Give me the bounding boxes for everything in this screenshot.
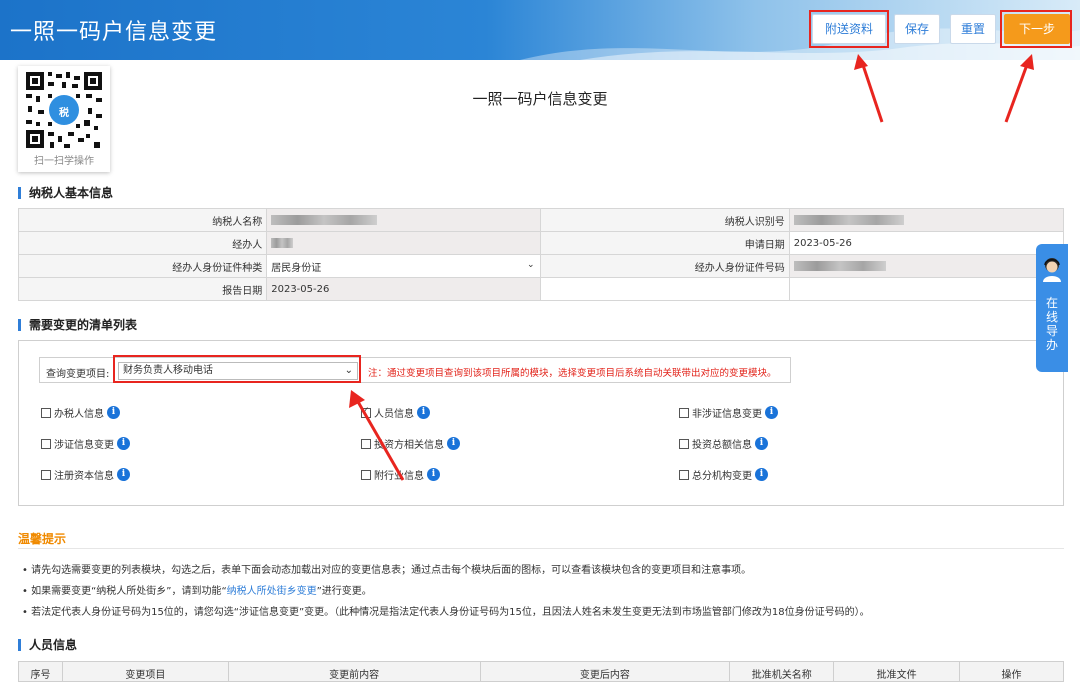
apply-date-label: 申请日期 — [540, 231, 790, 255]
tip-text: 如果需要变更“纳税人所处街乡”，请到功能“ — [31, 586, 227, 597]
header-wave-decoration — [520, 28, 1080, 60]
option-branch-change[interactable]: 总分机构变更 i — [679, 467, 768, 482]
operator-id-number-label: 经办人身份证件号码 — [540, 254, 790, 278]
basic-info-table: 纳税人名称 纳税人识别号 经办人 申请日期 2023-05-26 经办人身份证件… — [17, 208, 1065, 301]
info-icon[interactable]: i — [765, 406, 778, 419]
change-list-panel: 查询变更项目: 财务负责人移动电话 ⌄ 注：通过变更项目查询到该项目所属的模块，… — [18, 340, 1064, 506]
table-row: 经办人 申请日期 2023-05-26 — [17, 231, 1065, 255]
option-label: 注册资本信息 — [54, 471, 114, 482]
basic-info-section-title: 纳税人基本信息 — [18, 187, 113, 199]
highlight-box-next — [1000, 10, 1072, 48]
qr-card[interactable]: 税 扫一扫学操作 — [18, 66, 110, 172]
checkbox[interactable] — [41, 469, 51, 480]
info-icon[interactable]: i — [427, 468, 440, 481]
operator-id-type-select[interactable]: 居民身份证 ⌄ — [266, 254, 542, 278]
col-header: 批准文件 — [833, 661, 961, 682]
checkbox[interactable] — [41, 438, 51, 449]
tip-text: 请先勾选需要变更的列表模块，勾选之后，表单下面会动态加载出对应的变更信息表；通过… — [31, 565, 752, 576]
apply-date-value: 2023-05-26 — [788, 231, 1065, 255]
option-label: 非涉证信息变更 — [692, 409, 762, 420]
col-header: 批准机关名称 — [729, 661, 835, 682]
option-total-investment[interactable]: 投资总额信息 i — [679, 436, 768, 451]
annotation-arrow-next — [1004, 54, 1034, 123]
col-header: 变更项目 — [61, 661, 229, 682]
option-label: 总分机构变更 — [692, 471, 752, 482]
table-header-row: 序号 变更项目 变更前内容 变更后内容 批准机关名称 批准文件 操作 — [18, 661, 1064, 682]
info-icon[interactable]: i — [107, 406, 120, 419]
save-button[interactable]: 保存 — [894, 14, 940, 44]
people-section-title: 人员信息 — [18, 639, 77, 651]
highlight-box-query — [113, 355, 361, 383]
street-change-link[interactable]: 纳税人所处街乡变更 — [227, 586, 317, 597]
tip-text: 若法定代表人身份证号码为15位的，请您勾选“涉证信息变更”变更。（此种情况是指法… — [31, 607, 870, 618]
checkbox[interactable] — [41, 407, 51, 418]
option-label: 投资总额信息 — [692, 440, 752, 451]
col-header: 序号 — [18, 661, 63, 682]
option-label: 涉证信息变更 — [54, 440, 114, 451]
option-registered-capital[interactable]: 注册资本信息 i — [41, 467, 130, 482]
tip-item: • 如果需要变更“纳税人所处街乡”，请到功能“纳税人所处街乡变更”进行变更。 — [22, 586, 372, 597]
info-icon[interactable]: i — [755, 468, 768, 481]
agent-avatar-icon — [1043, 258, 1061, 282]
taxpayer-name-label: 纳税人名称 — [17, 208, 268, 232]
highlight-box-attach — [809, 10, 889, 48]
qr-badge-label: 税 — [59, 108, 69, 119]
redacted-value — [271, 214, 378, 225]
tip-item: • 若法定代表人身份证号码为15位的，请您勾选“涉证信息变更”变更。（此种情况是… — [22, 607, 870, 618]
table-row: 报告日期 2023-05-26 — [17, 277, 1065, 301]
redacted-value — [271, 237, 294, 248]
report-date-label: 报告日期 — [17, 277, 268, 301]
info-icon[interactable]: i — [117, 437, 130, 450]
table-row: 纳税人名称 纳税人识别号 — [17, 208, 1065, 232]
operator-id-type-label: 经办人身份证件种类 — [17, 254, 268, 278]
taxpayer-name-value — [266, 208, 542, 232]
query-note: 注：通过变更项目查询到该项目所属的模块，选择变更项目后系统自动关联带出对应的变更… — [368, 368, 777, 379]
checkbox[interactable] — [679, 469, 689, 480]
empty-cell — [540, 277, 790, 301]
tip-item: • 请先勾选需要变更的列表模块，勾选之后，表单下面会动态加载出对应的变更信息表；… — [22, 565, 752, 576]
online-help-label: 在线导办 — [1045, 296, 1058, 352]
checkbox[interactable] — [679, 438, 689, 449]
option-cert-change[interactable]: 涉证信息变更 i — [41, 436, 130, 451]
option-non-cert-change[interactable]: 非涉证信息变更 i — [679, 405, 778, 420]
tips-title: 温馨提示 — [18, 532, 67, 546]
annotation-arrow-query — [349, 390, 405, 481]
tip-text: ”进行变更。 — [316, 586, 372, 597]
col-header: 变更前内容 — [227, 661, 481, 682]
taxpayer-id-label: 纳税人识别号 — [540, 208, 790, 232]
empty-cell — [788, 277, 1065, 301]
operator-id-type-value: 居民身份证 — [271, 262, 322, 274]
redacted-value — [793, 260, 886, 271]
query-label: 查询变更项目: — [46, 369, 110, 380]
operator-value — [266, 231, 542, 255]
annotation-arrow-attach — [854, 54, 884, 123]
info-icon[interactable]: i — [447, 437, 460, 450]
taxpayer-id-value — [788, 208, 1065, 232]
option-taxagent-info[interactable]: 办税人信息 i — [41, 405, 120, 420]
col-header: 变更后内容 — [479, 661, 731, 682]
report-date-value: 2023-05-26 — [266, 277, 542, 301]
qr-caption: 扫一扫学操作 — [34, 156, 94, 167]
redacted-value — [793, 214, 904, 225]
info-icon[interactable]: i — [417, 406, 430, 419]
reset-button[interactable]: 重置 — [950, 14, 996, 44]
people-table: 序号 变更项目 变更前内容 变更后内容 批准机关名称 批准文件 操作 — [18, 661, 1064, 682]
info-icon[interactable]: i — [117, 468, 130, 481]
chevron-down-icon: ⌄ — [526, 260, 535, 270]
checkbox[interactable] — [679, 407, 689, 418]
divider — [18, 548, 1064, 549]
operator-label: 经办人 — [17, 231, 268, 255]
app-title: 一照一码户信息变更 — [10, 20, 218, 45]
online-help-widget[interactable]: 在线导办 — [1036, 244, 1068, 372]
page-title: 一照一码户信息变更 — [472, 90, 608, 108]
table-row: 经办人身份证件种类 居民身份证 ⌄ 经办人身份证件号码 — [17, 254, 1065, 278]
col-header: 操作 — [959, 661, 1064, 682]
change-list-section-title: 需要变更的清单列表 — [18, 319, 137, 331]
operator-id-number-value — [788, 254, 1065, 278]
option-label: 办税人信息 — [54, 409, 104, 420]
info-icon[interactable]: i — [755, 437, 768, 450]
